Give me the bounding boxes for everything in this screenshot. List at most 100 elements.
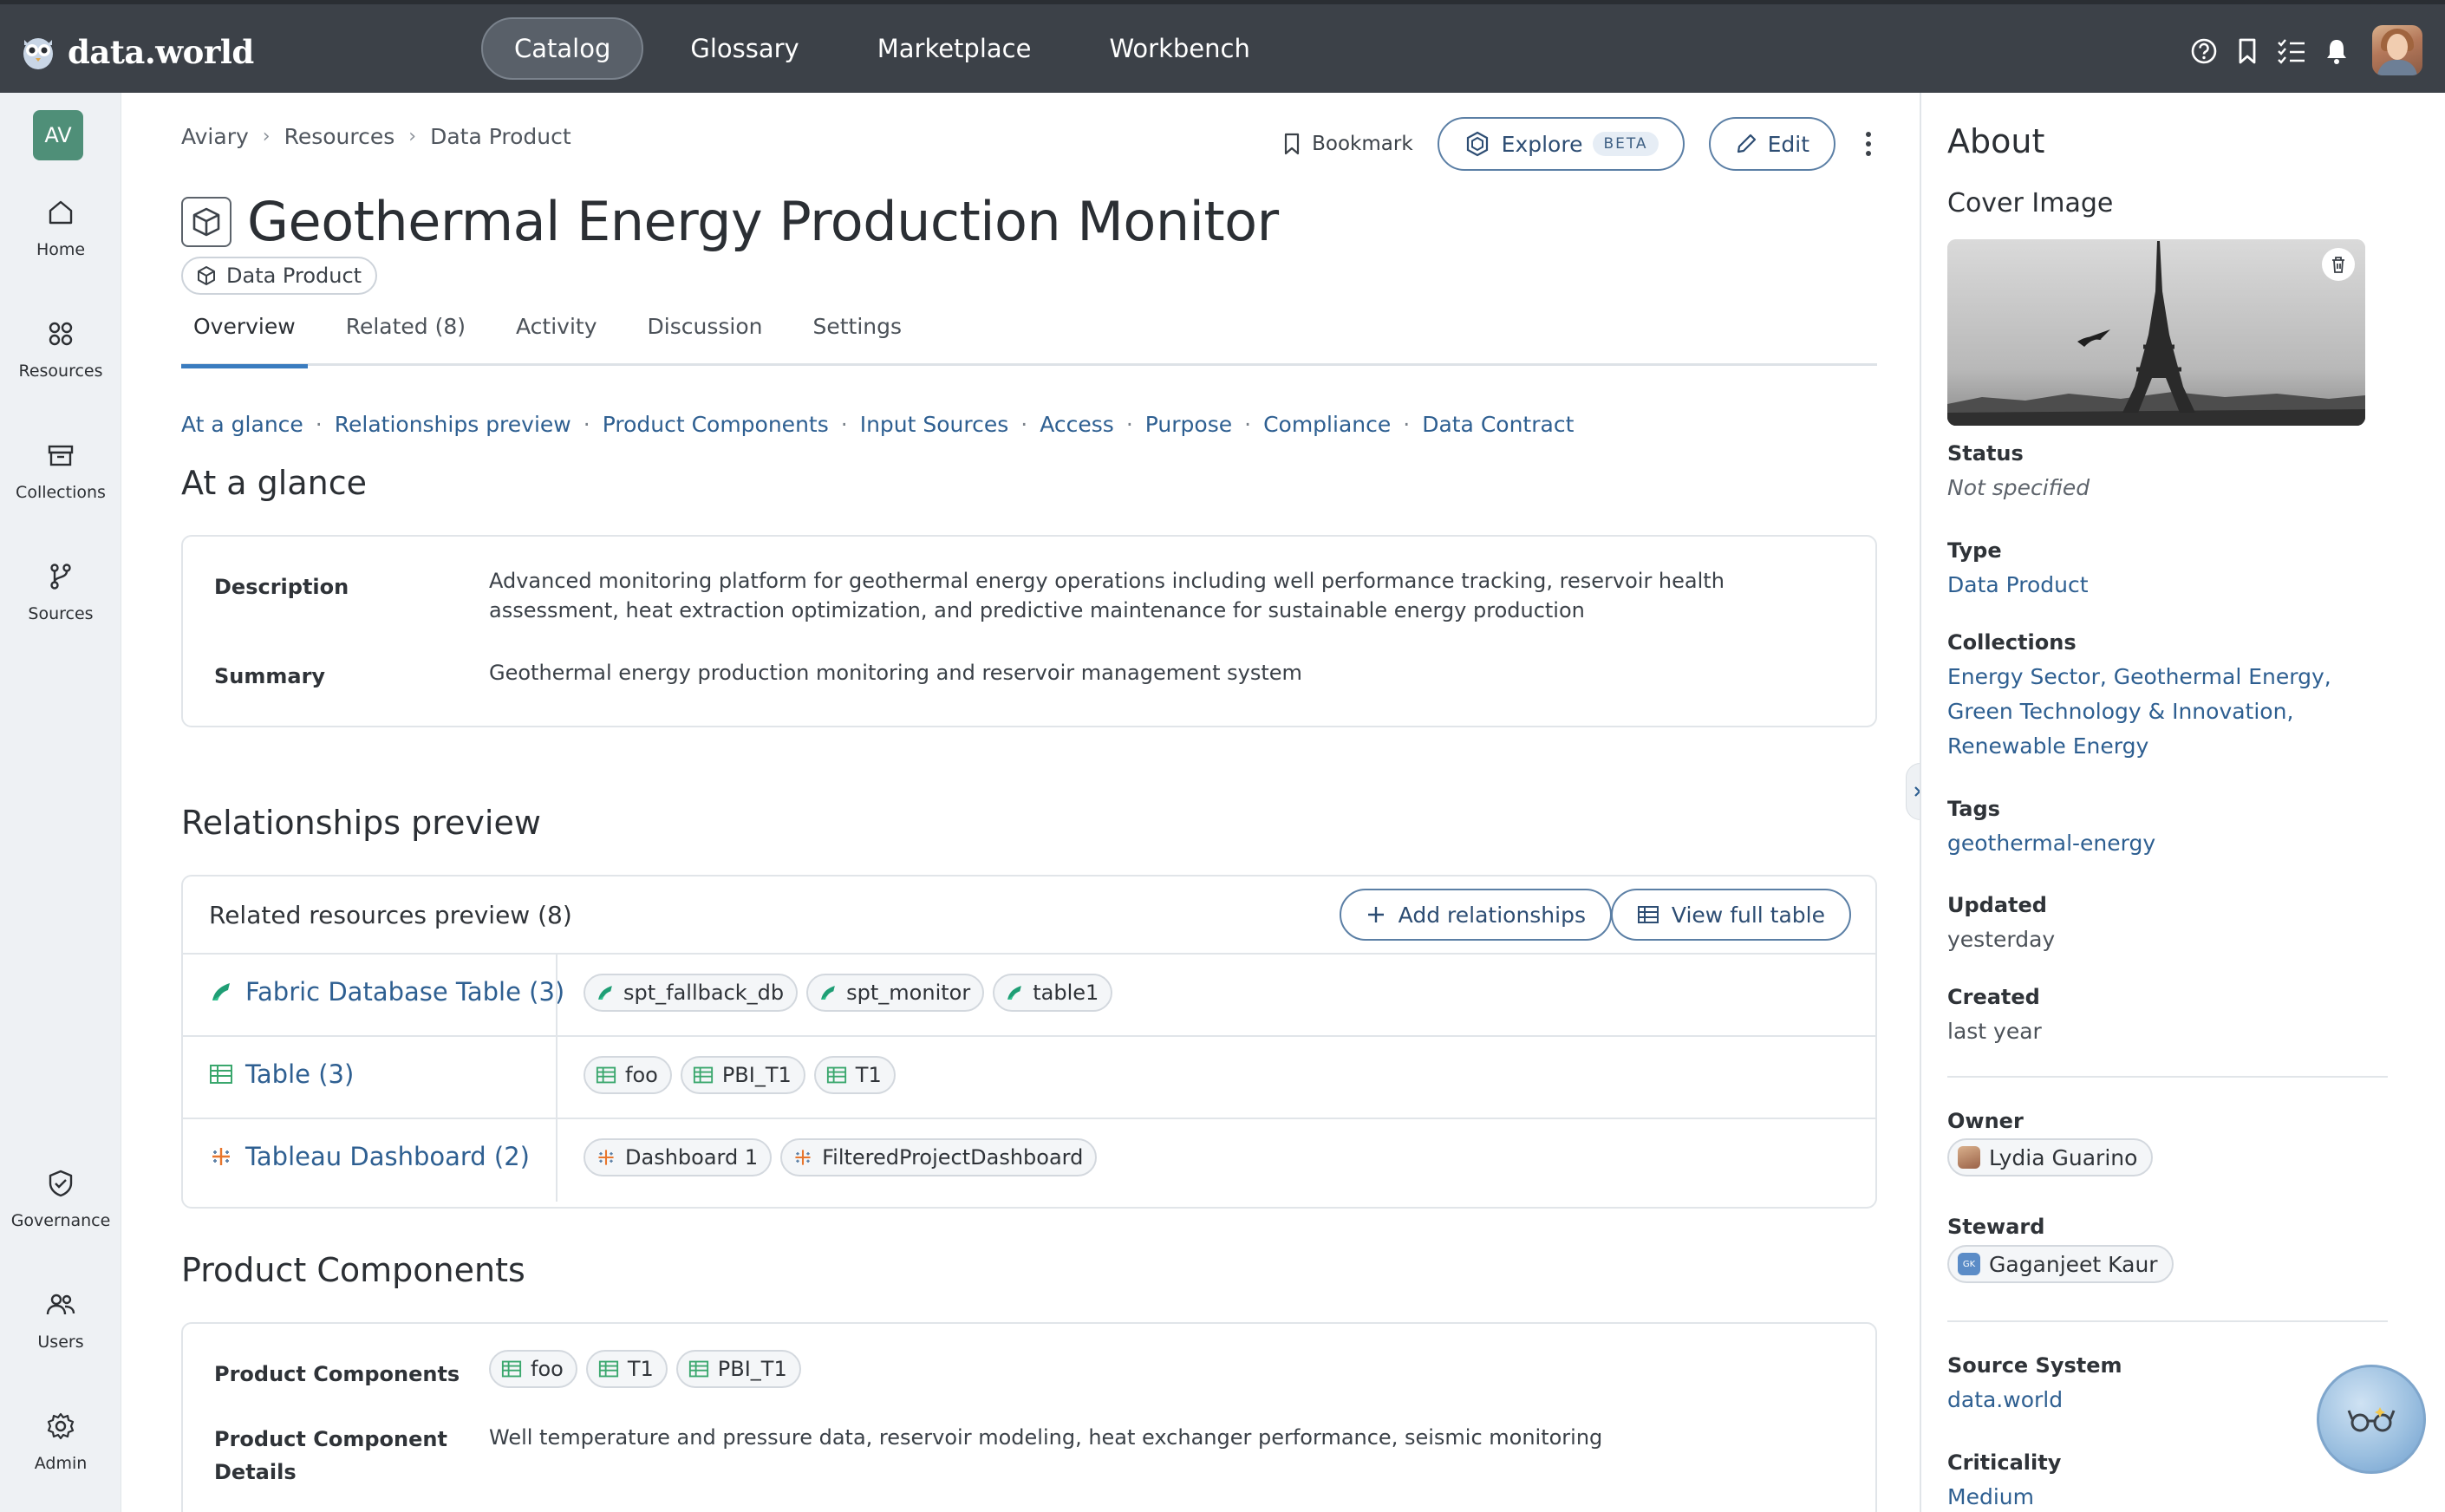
- resource-chip[interactable]: T1: [813, 1056, 896, 1094]
- chip-label: T1: [627, 1357, 654, 1381]
- sidebar-item-label: Sources: [28, 604, 94, 623]
- tasks-icon[interactable]: [2277, 37, 2306, 65]
- resource-chip[interactable]: spt_fallback_db: [584, 974, 799, 1012]
- more-menu-icon[interactable]: [1860, 127, 1877, 161]
- resource-chip[interactable]: T1: [585, 1350, 668, 1388]
- resource-chip[interactable]: PBI_T1: [680, 1056, 805, 1094]
- criticality-value[interactable]: Medium: [1947, 1480, 2034, 1512]
- resource-chip[interactable]: FilteredProjectDashboard: [780, 1138, 1098, 1176]
- tableau-icon: [212, 1148, 230, 1165]
- collection-link[interactable]: Energy Sector, Geothermal Energy,: [1947, 660, 2331, 694]
- type-badge-label: Data Product: [226, 264, 362, 288]
- relationship-category-label: Tableau Dashboard (2): [245, 1142, 530, 1171]
- app-logo[interactable]: data.world: [21, 30, 254, 74]
- steward-avatar: GK: [1958, 1253, 1980, 1275]
- add-relationships-button[interactable]: Add relationships: [1339, 889, 1612, 941]
- anchor-link[interactable]: Input Sources: [860, 412, 1009, 437]
- fabric-icon: [821, 986, 836, 1000]
- source-system-value[interactable]: data.world: [1947, 1383, 2063, 1418]
- source-system-label: Source System: [1947, 1353, 2122, 1378]
- relationship-category-fabric[interactable]: Fabric Database Table (3): [209, 977, 564, 1007]
- type-badge[interactable]: Data Product: [181, 257, 378, 295]
- nav-workbench[interactable]: Workbench: [1078, 17, 1281, 80]
- owner-label: Owner: [1947, 1109, 2024, 1133]
- resource-chip[interactable]: PBI_T1: [675, 1350, 801, 1388]
- chip-label: Dashboard 1: [625, 1145, 759, 1170]
- explore-button[interactable]: Explore BETA: [1437, 117, 1685, 171]
- data-product-icon: [198, 266, 215, 285]
- sidebar-item-sources[interactable]: Sources: [0, 561, 121, 623]
- breadcrumb-resources[interactable]: Resources: [284, 124, 395, 149]
- fabric-icon: [1007, 986, 1022, 1000]
- top-icons: [2190, 37, 2350, 65]
- collections-icon: [48, 445, 74, 466]
- relationships-card-title: Related resources preview (8): [209, 901, 572, 929]
- tag-link[interactable]: geothermal-energy: [1947, 826, 2155, 861]
- owner-chip[interactable]: Lydia Guarino: [1947, 1138, 2154, 1176]
- view-full-table-button[interactable]: View full table: [1610, 889, 1851, 941]
- anchor-link[interactable]: Compliance: [1263, 412, 1391, 437]
- tags-label: Tags: [1947, 797, 2000, 821]
- sidebar-item-admin[interactable]: Admin: [0, 1411, 121, 1473]
- anchor-link[interactable]: Relationships preview: [335, 412, 571, 437]
- assistant-button[interactable]: [2317, 1365, 2426, 1474]
- chip-list: spt_fallback_db spt_monitor table1: [584, 974, 1113, 1012]
- user-avatar[interactable]: [2372, 25, 2422, 75]
- nav-marketplace[interactable]: Marketplace: [846, 17, 1063, 80]
- org-avatar[interactable]: AV: [33, 110, 83, 160]
- column-divider: [556, 1037, 557, 1118]
- shield-icon: [49, 1170, 73, 1197]
- collection-link[interactable]: Green Technology & Innovation,: [1947, 694, 2331, 729]
- relationship-row: Tableau Dashboard (2) Dashboard 1 Filter…: [183, 1119, 1875, 1202]
- edit-label: Edit: [1767, 131, 1809, 157]
- collection-link[interactable]: Renewable Energy: [1947, 729, 2331, 764]
- anchor-link[interactable]: At a glance: [181, 412, 303, 437]
- tab-settings[interactable]: Settings: [800, 314, 914, 366]
- relationship-category-table[interactable]: Table (3): [209, 1059, 354, 1089]
- anchor-link[interactable]: Data Contract: [1422, 412, 1574, 437]
- breadcrumb-data-product[interactable]: Data Product: [430, 124, 571, 149]
- resource-chip[interactable]: foo: [489, 1350, 577, 1388]
- edit-button[interactable]: Edit: [1708, 117, 1835, 171]
- resource-chip[interactable]: spt_monitor: [806, 974, 985, 1012]
- resource-chip[interactable]: foo: [584, 1056, 672, 1094]
- bookmark-button[interactable]: Bookmark: [1282, 133, 1413, 155]
- breadcrumb-aviary[interactable]: Aviary: [181, 124, 249, 149]
- sidebar-item-users[interactable]: Users: [0, 1289, 121, 1352]
- help-icon[interactable]: [2190, 37, 2218, 65]
- beta-badge: BETA: [1593, 132, 1659, 156]
- nav-catalog[interactable]: Catalog: [481, 17, 644, 80]
- bookmark-icon[interactable]: [2235, 37, 2259, 65]
- anchor-link[interactable]: Access: [1040, 412, 1114, 437]
- steward-chip[interactable]: GK Gaganjeet Kaur: [1947, 1245, 2174, 1283]
- cover-image-label: Cover Image: [1947, 188, 2114, 218]
- sidebar-item-label: Admin: [34, 1454, 88, 1473]
- bookmark-label: Bookmark: [1312, 133, 1413, 155]
- tab-bar: Overview Related (8) Activity Discussion…: [181, 314, 1877, 368]
- tab-related[interactable]: Related (8): [334, 314, 478, 366]
- relationship-category-tableau[interactable]: Tableau Dashboard (2): [209, 1142, 530, 1171]
- chip-list: foo T1 PBI_T1: [489, 1350, 801, 1388]
- nav-glossary[interactable]: Glossary: [659, 17, 830, 80]
- resource-chip[interactable]: table1: [993, 974, 1113, 1012]
- chip-label: foo: [531, 1357, 564, 1381]
- tab-discussion[interactable]: Discussion: [636, 314, 775, 366]
- resources-icon: [49, 322, 73, 346]
- fabric-icon: [212, 983, 230, 1000]
- relationship-row: Fabric Database Table (3) spt_fallback_d…: [183, 955, 1875, 1037]
- bell-icon[interactable]: [2324, 37, 2350, 65]
- sidebar-item-collections[interactable]: Collections: [0, 440, 121, 502]
- sidebar-item-home[interactable]: Home: [0, 197, 121, 259]
- tab-activity[interactable]: Activity: [504, 314, 610, 366]
- trash-icon[interactable]: [2322, 248, 2355, 281]
- anchor-link[interactable]: Purpose: [1145, 412, 1232, 437]
- sidebar-item-label: Resources: [18, 362, 103, 381]
- chip-label: T1: [855, 1063, 882, 1087]
- sidebar-item-resources[interactable]: Resources: [0, 318, 121, 381]
- anchor-link[interactable]: Product Components: [603, 412, 829, 437]
- resource-chip[interactable]: Dashboard 1: [584, 1138, 773, 1176]
- tab-overview[interactable]: Overview: [181, 314, 308, 368]
- steward-name: Gaganjeet Kaur: [1989, 1251, 2158, 1277]
- type-value[interactable]: Data Product: [1947, 568, 2089, 603]
- sidebar-item-governance[interactable]: Governance: [0, 1168, 121, 1230]
